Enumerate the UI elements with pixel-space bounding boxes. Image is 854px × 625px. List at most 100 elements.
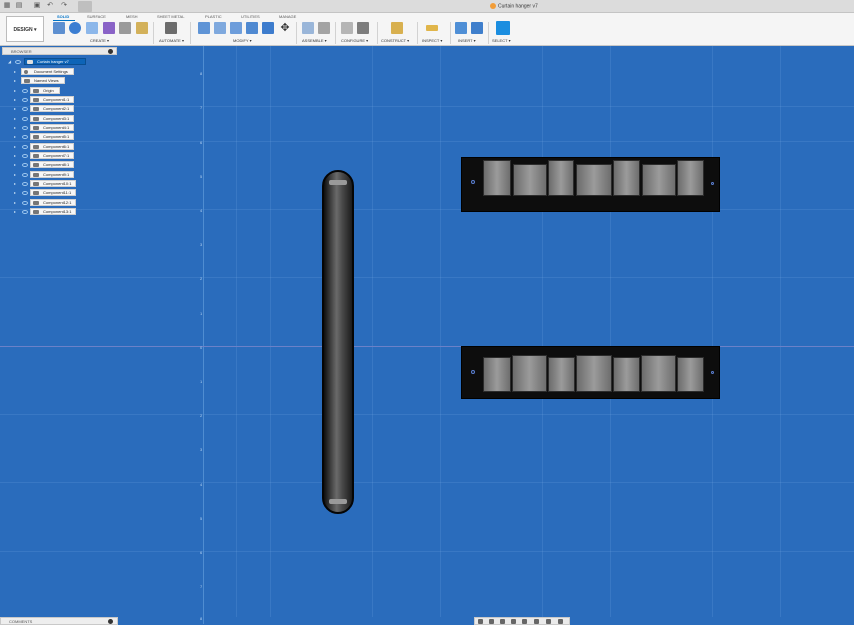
fillet-icon[interactable] [214,22,226,34]
tab-manage[interactable]: MANAGE [279,14,296,19]
visibility-eye-icon[interactable] [22,126,28,130]
configuration-rules-icon[interactable] [357,22,369,34]
expand-arrow-icon[interactable]: ▸ [14,181,16,186]
browser-panel-header[interactable]: BROWSER [2,47,117,55]
visibility-eye-icon[interactable] [22,191,28,195]
home-icon[interactable] [78,1,92,12]
curtain-rod-model[interactable] [322,170,354,514]
shell-icon[interactable] [246,22,258,34]
measure-icon[interactable] [426,25,438,31]
press-pull-icon[interactable] [198,22,210,34]
browser-item-component[interactable]: Component5:1 [30,133,74,140]
visibility-eye-icon[interactable] [22,89,28,93]
browser-item-component[interactable]: Component11:1 [30,189,76,196]
expand-arrow-icon[interactable]: ▸ [14,172,16,177]
grid-icon[interactable]: ▦ [3,2,11,10]
browser-item-component[interactable]: Component12:1 [30,199,76,206]
group-modify[interactable]: MODIFY ▾ [233,38,252,43]
browser-item-origin[interactable]: Origin [30,87,60,94]
browser-item-named-views[interactable]: Named Views [21,77,65,84]
expand-arrow-icon[interactable]: ▸ [14,78,16,83]
tab-sheet-metal[interactable]: SHEET METAL [157,14,184,19]
expand-arrow-icon[interactable]: ▸ [14,97,16,102]
expand-arrow-icon[interactable]: ▸ [14,116,16,121]
zoom-icon[interactable] [511,619,516,624]
box-icon[interactable] [119,22,131,34]
insert-mesh-icon[interactable] [136,22,148,34]
expand-arrow-icon[interactable]: ▸ [14,153,16,158]
pin-icon[interactable] [108,619,113,624]
expand-arrow-icon[interactable]: ▸ [14,69,16,74]
hanger-rail-lower[interactable] [461,346,720,399]
combine-icon[interactable] [262,22,274,34]
browser-item-component[interactable]: Component13:1 [30,208,76,215]
tab-surface[interactable]: SURFACE [87,14,106,19]
tab-utilities[interactable]: UTILITIES [241,14,260,19]
expand-arrow-icon[interactable]: ▸ [14,88,16,93]
expand-arrow-icon[interactable]: ▸ [14,162,16,167]
undo-icon[interactable]: ↶ [46,2,54,10]
visibility-eye-icon[interactable] [22,145,28,149]
new-sketch-icon[interactable] [53,22,65,34]
tab-mesh[interactable]: MESH [126,14,138,19]
visibility-eye-icon[interactable] [22,154,28,158]
visibility-eye-icon[interactable] [22,135,28,139]
browser-item-component[interactable]: Component8:1 [30,161,74,168]
group-insert[interactable]: INSERT ▾ [458,38,476,43]
hanger-rail-upper[interactable] [461,157,720,212]
group-assemble[interactable]: ASSEMBLE ▾ [302,38,327,43]
select-icon[interactable] [496,21,510,35]
expand-arrow-icon[interactable]: ▸ [14,190,16,195]
comments-panel[interactable]: COMMENTS [0,617,118,625]
visibility-eye-icon[interactable] [22,210,28,214]
group-construct[interactable]: CONSTRUCT ▾ [381,38,409,43]
look-at-icon[interactable] [489,619,494,624]
browser-item-component[interactable]: Component1:1 [30,96,74,103]
viewports-icon[interactable] [558,619,563,624]
tab-solid[interactable]: SOLID [57,14,69,19]
visibility-eye-icon[interactable] [22,182,28,186]
browser-item-component[interactable]: Component9:1 [30,171,74,178]
file-icon[interactable]: ▤ [15,2,23,10]
orbit-icon[interactable] [478,619,483,624]
grid-settings-icon[interactable] [546,619,551,624]
expand-arrow-icon[interactable]: ▸ [14,200,16,205]
insert-canvas-icon[interactable] [471,22,483,34]
visibility-eye-icon[interactable] [22,98,28,102]
pan-icon[interactable] [500,619,505,624]
display-settings-icon[interactable] [534,619,539,624]
browser-item-component[interactable]: Component10:1 [30,180,76,187]
browser-root-node[interactable]: Curtain hanger v7 [24,58,86,65]
browser-item-component[interactable]: Component3:1 [30,115,74,122]
visibility-eye-icon[interactable] [22,163,28,167]
browser-item-component[interactable]: Component7:1 [30,152,74,159]
browser-item-component[interactable]: Component2:1 [30,105,74,112]
joint-icon[interactable] [318,22,330,34]
extrude-icon[interactable] [86,22,98,34]
group-configure[interactable]: CONFIGURE ▾ [341,38,368,43]
expand-arrow-icon[interactable]: ▸ [14,125,16,130]
revolve-icon[interactable] [103,22,115,34]
browser-item-document-settings[interactable]: Document Settings [21,68,74,75]
expand-arrow-icon[interactable]: ▸ [14,209,16,214]
offset-plane-icon[interactable] [391,22,403,34]
chamfer-icon[interactable] [230,22,242,34]
visibility-eye-icon[interactable] [22,173,28,177]
workspace-switcher[interactable]: DESIGN ▾ [6,16,44,42]
tab-plastic[interactable]: PLASTIC [205,14,222,19]
fit-icon[interactable] [522,619,527,624]
visibility-eye-icon[interactable] [22,107,28,111]
group-inspect[interactable]: INSPECT ▾ [422,38,442,43]
expand-arrow-icon[interactable]: ▸ [14,134,16,139]
insert-derive-icon[interactable] [455,22,467,34]
browser-item-component[interactable]: Component4:1 [30,124,74,131]
group-select[interactable]: SELECT ▾ [492,38,511,43]
group-automate[interactable]: AUTOMATE ▾ [159,38,184,43]
configure-table-icon[interactable] [341,22,353,34]
new-component-icon[interactable] [302,22,314,34]
create-form-icon[interactable] [69,22,81,34]
expand-arrow-icon[interactable]: ▸ [14,106,16,111]
automate-icon[interactable] [165,22,177,34]
move-icon[interactable]: ✥ [279,22,291,34]
pin-icon[interactable] [108,49,113,54]
